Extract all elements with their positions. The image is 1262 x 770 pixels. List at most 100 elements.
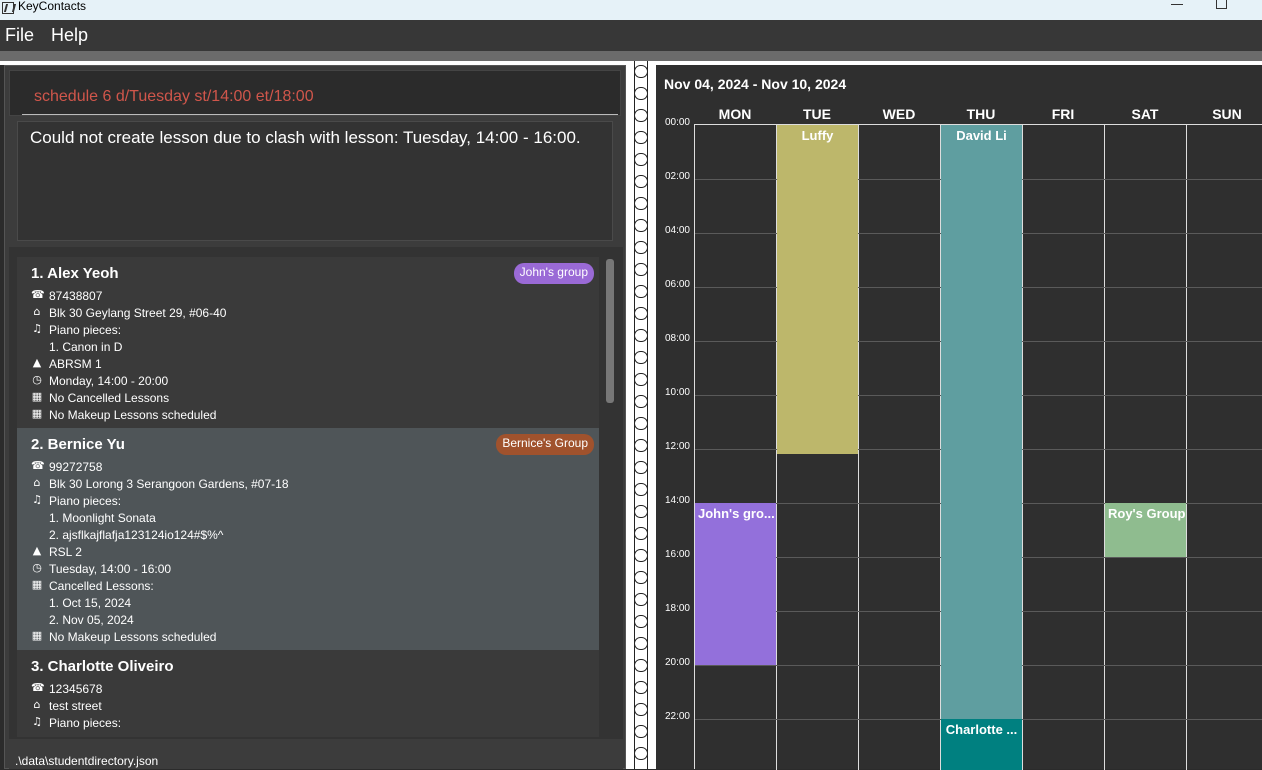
music-icon: ♫ (32, 493, 42, 506)
phone-icon: ☎ (31, 288, 45, 301)
time-label: 18:00 (664, 603, 690, 614)
spiral-ring (634, 329, 648, 342)
minimize-icon[interactable] (1171, 4, 1183, 5)
student-list[interactable]: 1. Alex Yeoh John's group ☎ 87438807 ⌂ B… (17, 257, 599, 737)
day-column-divider (1104, 125, 1105, 770)
day-column-divider (1186, 125, 1187, 770)
spiral-divider[interactable] (626, 61, 656, 769)
student-address: Blk 30 Geylang Street 29, #06-40 (49, 306, 227, 320)
calendar-icon: ▦ (31, 578, 43, 591)
spiral-ring (634, 153, 648, 166)
menu-bar: File Help (0, 20, 1262, 51)
calendar-event[interactable]: Charlotte ... (941, 719, 1022, 770)
student-card[interactable]: 3. Charlotte Oliveiro ☎ 12345678 ⌂ test … (17, 650, 599, 737)
day-header-wed: WED (882, 106, 916, 122)
status-bar: .\data\studentdirectory.json (9, 747, 623, 769)
group-badge: Bernice's Group (496, 434, 594, 455)
spiral-ring (634, 637, 648, 650)
calendar-event[interactable]: Luffy (777, 125, 858, 455)
spiral-ring (634, 131, 648, 144)
student-phone: 99272758 (49, 460, 103, 474)
spiral-ring (634, 395, 648, 408)
pieces-label: Piano pieces: (49, 494, 122, 508)
calendar-event[interactable]: John's gro... (695, 503, 776, 665)
spiral-ring (634, 351, 648, 364)
group-badge: John's group (513, 263, 594, 284)
student-phone: 87438807 (49, 289, 103, 303)
spiral-ring (634, 593, 648, 606)
home-icon: ⌂ (33, 698, 41, 711)
spiral-ring (634, 373, 648, 386)
piece-item: 1. Moonlight Sonata (49, 511, 156, 525)
event-label: Roy's Group (1108, 506, 1186, 521)
command-underline (22, 114, 618, 115)
toolbar-strip (0, 51, 1262, 61)
spiral-ring (634, 483, 648, 496)
menu-help[interactable]: Help (51, 25, 88, 46)
graduation-cap-icon: ▲ (32, 544, 42, 557)
maximize-icon[interactable] (1216, 0, 1227, 9)
cancelled-item: 2. Nov 05, 2024 (49, 613, 134, 627)
list-scrollbar[interactable] (606, 259, 614, 403)
left-pane: schedule 6 d/Tuesday st/14:00 et/18:00 C… (4, 65, 626, 769)
calendar-icon: ▦ (31, 407, 43, 420)
student-grade: RSL 2 (49, 545, 82, 559)
spiral-ring (634, 263, 648, 276)
spiral-ring (634, 307, 648, 320)
event-label: David Li (956, 128, 1007, 143)
spiral-ring (634, 175, 648, 188)
time-label: 06:00 (664, 279, 690, 290)
phone-icon: ☎ (31, 681, 45, 694)
data-file-path: .\data\studentdirectory.json (15, 754, 159, 768)
app-logo-icon (2, 2, 14, 14)
calendar-grid[interactable]: Luffy David Li John's gro... Roy's Group Cha… (694, 124, 1262, 770)
student-address: Blk 30 Lorong 3 Serangoon Gardens, #07-1… (49, 477, 289, 491)
time-label: 22:00 (664, 711, 690, 722)
calendar-event[interactable]: Roy's Group (1105, 503, 1186, 557)
result-display: Could not create lesson due to clash wit… (17, 121, 613, 241)
clock-icon: ◷ (32, 373, 42, 386)
day-header-tue: TUE (803, 106, 831, 122)
spiral-ring (634, 197, 648, 210)
cancelled-item: 1. Oct 15, 2024 (49, 596, 132, 610)
student-name: 2. Bernice Yu (31, 436, 125, 453)
spiral-ring (634, 527, 648, 540)
student-card[interactable]: 1. Alex Yeoh John's group ☎ 87438807 ⌂ B… (17, 257, 599, 428)
time-label: 10:00 (664, 387, 690, 398)
graduation-cap-icon: ▲ (32, 356, 42, 369)
cancelled-lessons-label: Cancelled Lessons: (49, 579, 154, 593)
spiral-ring (634, 417, 648, 430)
calendar-pane: Nov 04, 2024 - Nov 10, 2024 MON TUE WED … (656, 65, 1262, 770)
spiral-ring (634, 285, 648, 298)
spiral-ring (634, 241, 648, 254)
pieces-label: Piano pieces: (49, 323, 122, 337)
event-label: Luffy (801, 128, 834, 143)
piece-item: 2. ajsflkajflafja123124io124#$%^ (49, 528, 224, 542)
day-header-sun: SUN (1212, 106, 1242, 122)
spiral-ring (634, 703, 648, 716)
spiral-ring (634, 109, 648, 122)
day-column-divider (1022, 125, 1023, 770)
command-input[interactable]: schedule 6 d/Tuesday st/14:00 et/18:00 (34, 88, 314, 106)
student-name: 1. Alex Yeoh (31, 265, 119, 282)
home-icon: ⌂ (33, 305, 41, 318)
calendar-icon: ▦ (31, 629, 43, 642)
spiral-ring (634, 549, 648, 562)
spiral-ring (634, 659, 648, 672)
title-bar: KeyContacts (0, 0, 1262, 20)
calendar-event[interactable]: David Li (941, 125, 1022, 719)
command-box[interactable]: schedule 6 d/Tuesday st/14:00 et/18:00 (9, 70, 621, 116)
pieces-label: Piano pieces: (49, 716, 122, 730)
music-icon: ♫ (32, 715, 42, 728)
time-label: 00:00 (664, 117, 690, 128)
makeup-lessons: No Makeup Lessons scheduled (49, 408, 217, 422)
clock-icon: ◷ (32, 561, 42, 574)
day-header-thu: THU (966, 106, 996, 122)
student-card-selected[interactable]: 2. Bernice Yu Bernice's Group ☎ 99272758… (17, 428, 599, 650)
student-list-panel: 1. Alex Yeoh John's group ☎ 87438807 ⌂ B… (9, 247, 623, 739)
calendar-icon: ▦ (31, 390, 43, 403)
menu-file[interactable]: File (5, 25, 34, 46)
time-label: 14:00 (664, 495, 690, 506)
time-label: 02:00 (664, 171, 690, 182)
spiral-ring (634, 725, 648, 738)
